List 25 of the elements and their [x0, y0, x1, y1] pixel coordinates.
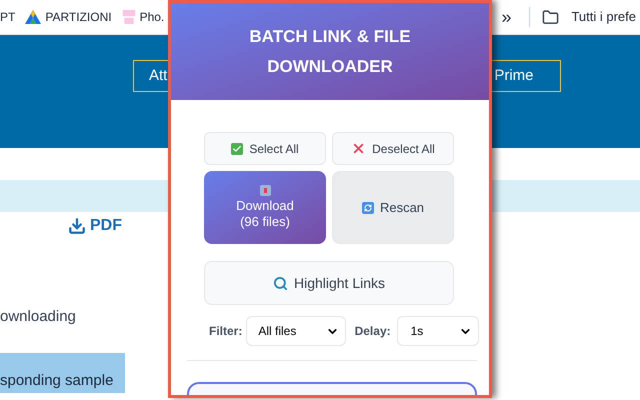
bookmark-link[interactable]: PT — [0, 8, 16, 26]
select-all-button[interactable]: Select All — [204, 132, 326, 165]
delay-label: Delay: — [354, 323, 391, 340]
checkmark-icon — [231, 142, 244, 154]
bookmark-link[interactable]: Pho. — [140, 8, 164, 26]
filter-select[interactable]: All files — [246, 316, 346, 346]
filter-label: Filter: — [209, 323, 242, 340]
bookmark-folder[interactable]: Tutti i prefe — [571, 7, 636, 27]
deselect-all-button[interactable]: Deselect All — [332, 132, 454, 165]
delay-select[interactable]: 1s — [396, 316, 479, 346]
rescan-button[interactable]: Rescan — [332, 171, 454, 244]
pdf-link[interactable]: PDF — [90, 214, 122, 238]
download-button[interactable]: Download (96 files) — [204, 171, 326, 244]
download-icon — [68, 217, 86, 235]
folder-icon — [542, 8, 560, 26]
popup-title: BATCH LINK & FILE DOWNLOADER — [248, 26, 412, 78]
bookmark-link[interactable]: PARTIZIONI — [45, 8, 112, 26]
search-icon — [272, 276, 288, 290]
triangle-logo-icon — [25, 10, 42, 24]
body-text: ownloading — [0, 307, 77, 327]
refresh-icon — [362, 202, 374, 214]
more-bookmarks-button[interactable]: » — [501, 4, 512, 30]
highlighted-text: sponding sample — [0, 352, 125, 392]
highlight-links-button[interactable]: Highlight Links — [204, 261, 454, 305]
download-tray-icon — [260, 185, 270, 196]
